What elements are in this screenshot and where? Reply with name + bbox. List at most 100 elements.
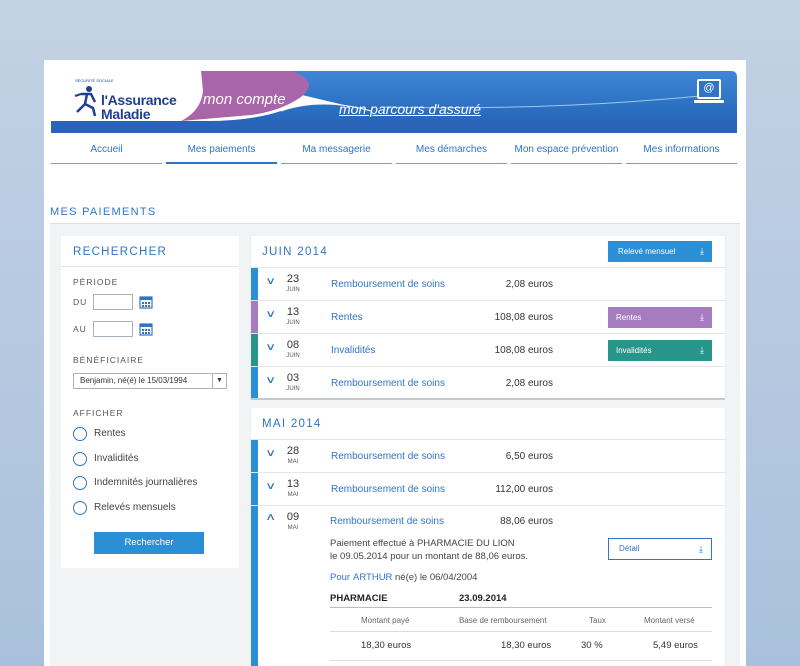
row-label[interactable]: Remboursement de soins (331, 484, 445, 495)
beneficiaire-label: BÉNÉFICIAIRE (73, 355, 145, 365)
table-header: Montant payé (361, 616, 410, 625)
row-amount: 108,08 euros (494, 312, 553, 323)
category-bar (251, 334, 258, 367)
row-label[interactable]: Rentes (331, 312, 363, 323)
runner-icon (74, 86, 97, 117)
payment-row-expanded: ∧ 09 MAI Remboursement de soins 88,06 eu… (251, 505, 725, 666)
mon-compte-label[interactable]: mon compte (203, 91, 286, 108)
beneficiaire-value: Benjamin, né(é) le 15/03/1994 (80, 376, 188, 385)
row-month: JUIN (286, 353, 300, 359)
parcours-label[interactable]: mon parcours d'assuré (339, 101, 481, 117)
section-label: PHARMACIE (330, 593, 388, 604)
rechercher-button[interactable]: Rechercher (94, 532, 204, 554)
nav-accueil[interactable]: Accueil (51, 142, 162, 164)
row-label[interactable]: Remboursement de soins (331, 451, 445, 462)
row-amount: 108,08 euros (494, 345, 553, 356)
row-label[interactable]: Remboursement de soins (331, 378, 445, 389)
pour-label: Pour (330, 572, 351, 583)
au-label: AU (73, 324, 87, 334)
radio-circle-icon (73, 476, 87, 490)
download-icon: ⤓ (700, 246, 704, 256)
logo-text-line2: Maladie (101, 106, 151, 122)
chevron-up-icon[interactable]: ∧ (265, 512, 276, 523)
app-window: SÉCURITÉ SOCIALE l'Assurance Maladie mon… (44, 60, 746, 666)
search-title: RECHERCHER (73, 246, 168, 258)
table-cell: 5,49 euros (653, 640, 698, 651)
radio-label: Indemnités journalières (94, 477, 198, 488)
payment-row[interactable]: ∨ 08 JUIN Invalidités 108,08 euros Inval… (251, 333, 725, 367)
table-cell: 18,30 euros (361, 640, 412, 651)
section-date: 23.09.2014 (459, 593, 507, 604)
chevron-down-icon[interactable]: ∨ (265, 375, 276, 386)
calendar-icon[interactable] (139, 322, 153, 336)
mail-icon[interactable]: @ (694, 79, 724, 103)
calendar-icon[interactable] (139, 295, 153, 309)
nav-espace-prevention[interactable]: Mon espace prévention (511, 142, 622, 164)
search-divider (61, 266, 239, 267)
afficher-label: AFFICHER (73, 408, 124, 418)
row-day: 08 (286, 339, 300, 351)
month-header: MAI 2014 (251, 408, 725, 438)
radio-circle-icon (73, 427, 87, 441)
tag-label: Invalidités (616, 346, 652, 355)
table-header: Base de remboursement (459, 616, 547, 625)
row-month: JUIN (286, 287, 300, 293)
row-label[interactable]: Remboursement de soins (330, 516, 444, 527)
chevron-down-icon[interactable]: ∨ (265, 342, 276, 353)
payment-description-line1: Paiement effectué à PHARMACIE DU LION (330, 538, 515, 549)
detail-label: Détail (619, 544, 640, 553)
row-amount: 2,08 euros (505, 279, 553, 290)
row-label[interactable]: Remboursement de soins (331, 279, 445, 290)
row-month: MAI (287, 459, 299, 465)
beneficiary-name[interactable]: ARTHUR (353, 572, 392, 583)
table-rule (330, 660, 712, 661)
month-title: MAI 2014 (262, 418, 322, 430)
radio-label: Rentes (94, 428, 126, 439)
row-day: 28 (286, 445, 300, 457)
category-bar (251, 268, 258, 301)
card-bottom-border (251, 398, 725, 400)
row-day: 13 (286, 306, 300, 318)
row-month: MAI (287, 492, 299, 498)
beneficiary-birth: né(e) le 06/04/2004 (395, 572, 478, 583)
du-label: DU (73, 297, 88, 307)
radio-circle-icon (73, 452, 87, 466)
chevron-down-icon[interactable]: ∨ (265, 448, 276, 459)
payment-row[interactable]: ∨ 03 JUIN Remboursement de soins 2,08 eu… (251, 366, 725, 400)
row-label[interactable]: Invalidités (331, 345, 375, 356)
month-card-mai: MAI 2014 ∨ 28 MAI Remboursement de soins… (251, 408, 725, 666)
payment-row[interactable]: ∨ 13 JUIN Rentes 108,08 euros Rentes ⤓ (251, 300, 725, 334)
table-rule (330, 631, 712, 632)
row-day: 03 (286, 372, 300, 384)
nav-ma-messagerie[interactable]: Ma messagerie (281, 142, 392, 164)
date-to-input[interactable] (93, 321, 133, 337)
detail-button[interactable]: Détail ⤓ (608, 538, 712, 560)
payment-row[interactable]: ∨ 13 MAI Remboursement de soins 112,00 e… (251, 472, 725, 506)
page-title: MES PAIEMENTS (50, 206, 157, 218)
nav-mes-demarches[interactable]: Mes démarches (396, 142, 507, 164)
nav-mes-paiements[interactable]: Mes paiements (166, 142, 277, 164)
chevron-down-icon: ▼ (212, 374, 226, 388)
chevron-down-icon[interactable]: ∨ (265, 309, 276, 320)
date-from-input[interactable] (93, 294, 133, 310)
periode-label: PÉRIODE (73, 277, 119, 287)
row-month: MAI (287, 525, 299, 531)
chevron-down-icon[interactable]: ∨ (265, 481, 276, 492)
rentes-tag-button[interactable]: Rentes ⤓ (608, 307, 712, 328)
download-icon: ⤓ (700, 345, 704, 355)
invalidites-tag-button[interactable]: Invalidités ⤓ (608, 340, 712, 361)
main-nav: Accueil Mes paiements Ma messagerie Mes … (51, 142, 737, 164)
tag-label: Rentes (616, 313, 642, 322)
releve-mensuel-button[interactable]: Relevé mensuel ⤓ (608, 241, 712, 262)
payment-row[interactable]: ∨ 23 JUIN Remboursement de soins 2,08 eu… (251, 267, 725, 301)
category-bar (251, 473, 258, 506)
table-header: Taux (589, 616, 606, 625)
beneficiaire-select[interactable]: Benjamin, né(é) le 15/03/1994 ▼ (73, 373, 227, 389)
nav-mes-informations[interactable]: Mes informations (626, 142, 737, 164)
chevron-down-icon[interactable]: ∨ (265, 276, 276, 287)
table-header: Montant versé (644, 616, 695, 625)
table-cell: 30 % (581, 640, 603, 651)
payment-row[interactable]: ∨ 28 MAI Remboursement de soins 6,50 eur… (251, 439, 725, 473)
row-day: 13 (286, 478, 300, 490)
assurance-maladie-logo[interactable]: SÉCURITÉ SOCIALE l'Assurance Maladie (65, 78, 177, 122)
